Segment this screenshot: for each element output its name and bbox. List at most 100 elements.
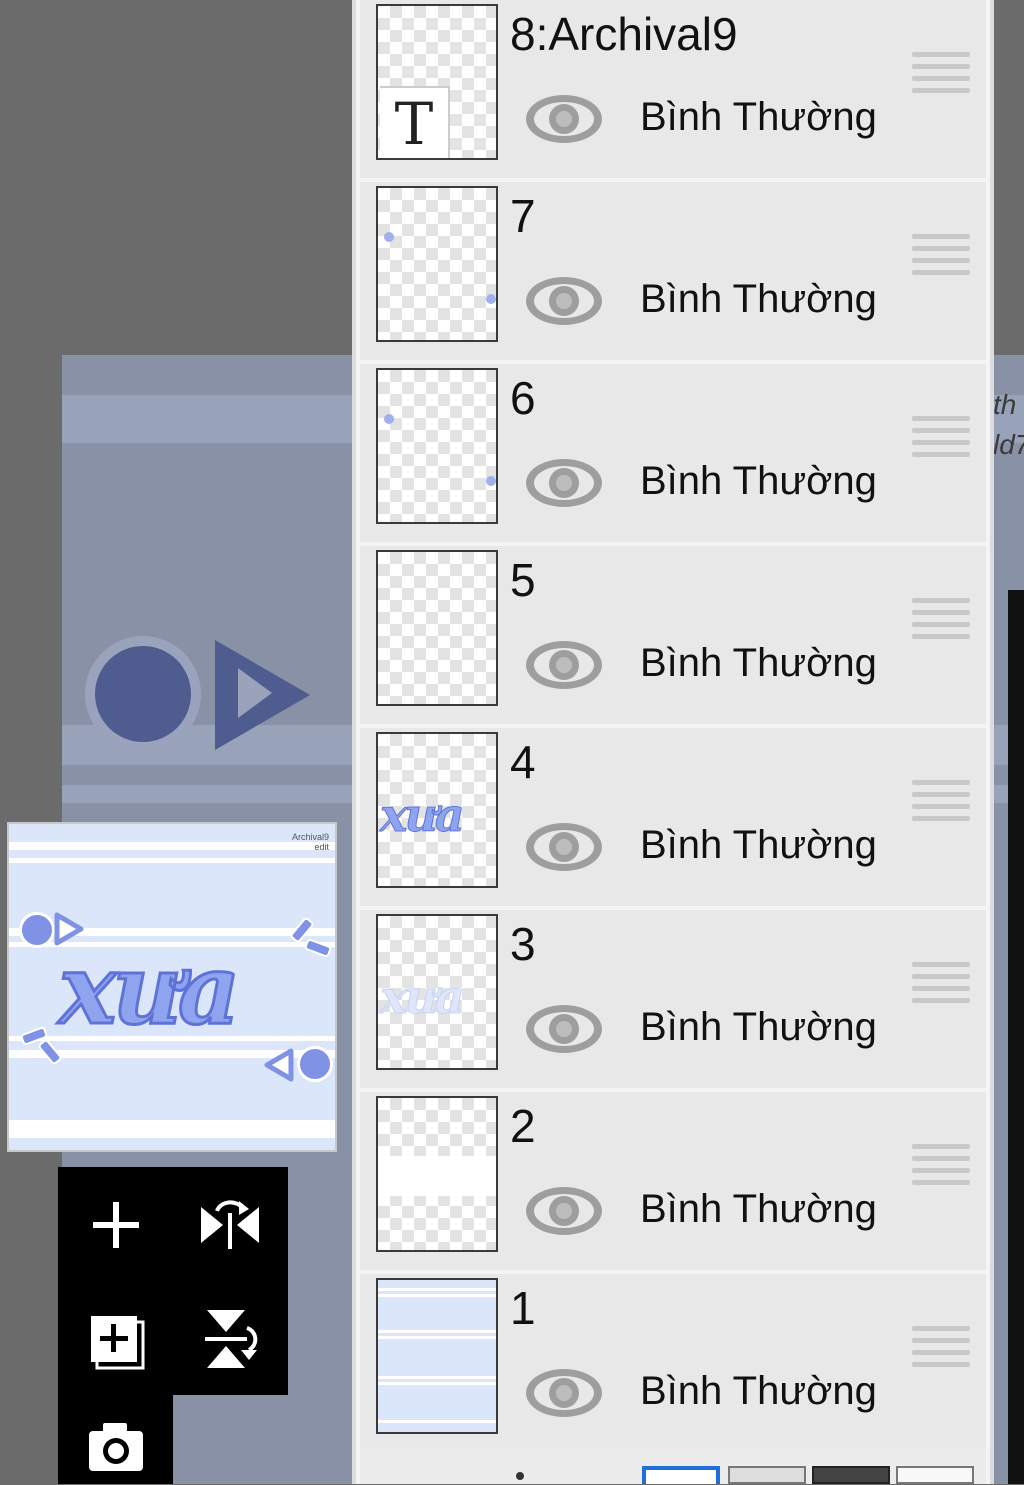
layer-thumbnail-word: xưa bbox=[380, 970, 466, 1024]
preview-credit-line: Archival9 bbox=[291, 832, 329, 842]
canvas-triangle-inner bbox=[238, 668, 272, 718]
canvas-circle-shape bbox=[95, 646, 191, 742]
layer-row[interactable]: xưa 3 Bình Thường bbox=[360, 910, 986, 1088]
blend-mode-label[interactable]: Bình Thường bbox=[640, 1184, 877, 1234]
flip-vertical-icon bbox=[205, 1310, 258, 1368]
background-none-option[interactable] bbox=[896, 1466, 974, 1484]
text-layer-icon: T bbox=[380, 86, 450, 158]
layer-thumbnail[interactable] bbox=[376, 368, 498, 524]
layer-thumbnail-word: xưa bbox=[380, 788, 466, 842]
preview-dash bbox=[303, 937, 333, 959]
layer-thumbnail-stripe bbox=[378, 1294, 496, 1297]
preview-credit: Archival9 edit bbox=[292, 832, 329, 852]
canvas-partial-text: th ld7 bbox=[993, 385, 1024, 465]
layer-thumbnail-shape bbox=[384, 414, 394, 424]
layer-name: 8:Archival9 bbox=[510, 8, 738, 60]
layer-row[interactable]: 1 Bình Thường bbox=[360, 1274, 986, 1452]
blend-mode-label[interactable]: Bình Thường bbox=[640, 1002, 877, 1052]
add-layer-button[interactable] bbox=[76, 1185, 156, 1265]
preview-circle bbox=[297, 1046, 333, 1082]
layer-thumbnail-stripe bbox=[378, 1336, 496, 1339]
layer-name: 5 bbox=[510, 554, 536, 606]
layer-thumbnail-shape bbox=[486, 294, 496, 304]
drag-handle-icon[interactable] bbox=[912, 234, 970, 284]
canvas-partial-text-line: th bbox=[993, 389, 1017, 420]
preview-stripe bbox=[9, 858, 335, 863]
layer-thumbnail[interactable] bbox=[376, 1278, 498, 1434]
blend-mode-label[interactable]: Bình Thường bbox=[640, 274, 877, 324]
blend-mode-label[interactable]: Bình Thường bbox=[640, 820, 877, 870]
preview-stripe bbox=[9, 842, 335, 850]
layer-tools-panel-bottom bbox=[58, 1395, 173, 1484]
drag-handle-icon[interactable] bbox=[912, 962, 970, 1012]
layer-name: 4 bbox=[510, 736, 536, 788]
blend-mode-label[interactable]: Bình Thường bbox=[640, 92, 877, 142]
layer-row[interactable]: 2 Bình Thường bbox=[360, 1092, 986, 1270]
visibility-eye-icon[interactable] bbox=[524, 90, 604, 148]
background-white-option[interactable] bbox=[642, 1466, 720, 1484]
duplicate-layer-button[interactable] bbox=[76, 1299, 156, 1379]
visibility-eye-icon[interactable] bbox=[524, 454, 604, 512]
flip-vertical-button[interactable] bbox=[190, 1299, 270, 1379]
layer-thumbnail[interactable] bbox=[376, 186, 498, 342]
layer-name: 1 bbox=[510, 1282, 536, 1334]
blend-mode-label[interactable]: Bình Thường bbox=[640, 638, 877, 688]
drag-handle-icon[interactable] bbox=[912, 416, 970, 466]
layer-thumbnail[interactable]: T bbox=[376, 4, 498, 160]
layer-thumbnail-stripe bbox=[378, 1330, 496, 1333]
flip-horizontal-icon bbox=[201, 1200, 259, 1249]
visibility-eye-icon[interactable] bbox=[524, 1182, 604, 1240]
layer-thumbnail[interactable]: xưa bbox=[376, 732, 498, 888]
layer-thumbnail-fill bbox=[378, 1156, 496, 1196]
layer-thumbnail-stripe bbox=[378, 1420, 496, 1423]
canvas-partial-text-line: ld7 bbox=[993, 429, 1024, 460]
layer-row[interactable]: T 8:Archival9 Bình Thường bbox=[360, 0, 986, 178]
add-layer-icon bbox=[93, 1202, 139, 1248]
visibility-eye-icon[interactable] bbox=[524, 272, 604, 330]
background-dark-option[interactable] bbox=[812, 1466, 890, 1484]
camera-icon bbox=[89, 1423, 143, 1471]
drag-handle-icon[interactable] bbox=[912, 598, 970, 648]
layer-thumbnail[interactable] bbox=[376, 1096, 498, 1252]
preview-stripe bbox=[9, 1120, 335, 1138]
drag-handle-icon[interactable] bbox=[912, 1326, 970, 1376]
layer-name: 6 bbox=[510, 372, 536, 424]
drag-handle-icon[interactable] bbox=[912, 52, 970, 102]
layer-name: 2 bbox=[510, 1100, 536, 1152]
blend-mode-label[interactable]: Bình Thường bbox=[640, 1366, 877, 1416]
blend-mode-label[interactable]: Bình Thường bbox=[640, 456, 877, 506]
layer-row[interactable]: 5 Bình Thường bbox=[360, 546, 986, 724]
visibility-eye-icon[interactable] bbox=[524, 1000, 604, 1058]
drag-handle-icon[interactable] bbox=[912, 1144, 970, 1194]
toolbar-dot bbox=[516, 1472, 524, 1480]
visibility-eye-icon[interactable] bbox=[524, 636, 604, 694]
canvas-preview[interactable]: Archival9 edit xưa bbox=[7, 822, 337, 1152]
layer-thumbnail-stripe bbox=[378, 1376, 496, 1379]
add-layer-copy-icon bbox=[91, 1316, 145, 1370]
flip-horizontal-button[interactable] bbox=[190, 1185, 270, 1265]
camera-button[interactable] bbox=[76, 1405, 156, 1485]
preview-triangle bbox=[264, 1048, 294, 1082]
preview-circle bbox=[19, 912, 55, 948]
layer-thumbnail-stripe bbox=[378, 1288, 496, 1291]
layer-panel: T 8:Archival9 Bình Thường 7 Bình Thường 6 Bình… bbox=[352, 0, 994, 1484]
layer-thumbnail[interactable] bbox=[376, 550, 498, 706]
layer-row[interactable]: 6 Bình Thường bbox=[360, 364, 986, 542]
layer-thumbnail-shape bbox=[486, 476, 496, 486]
blend-toolbar bbox=[360, 1448, 986, 1484]
layer-thumbnail[interactable]: xưa bbox=[376, 914, 498, 1070]
drag-handle-icon[interactable] bbox=[912, 780, 970, 830]
visibility-eye-icon[interactable] bbox=[524, 818, 604, 876]
layer-row[interactable]: xưa 4 Bình Thường bbox=[360, 728, 986, 906]
layer-thumbnail-stripe bbox=[378, 1382, 496, 1385]
visibility-eye-icon[interactable] bbox=[524, 1364, 604, 1422]
preview-word: xưa bbox=[57, 933, 241, 1046]
background-transparent-option[interactable] bbox=[728, 1466, 806, 1484]
layer-name: 3 bbox=[510, 918, 536, 970]
layer-name: 7 bbox=[510, 190, 536, 242]
layer-thumbnail-shape bbox=[384, 232, 394, 242]
layer-row[interactable]: 7 Bình Thường bbox=[360, 182, 986, 360]
canvas-dark-edge bbox=[1008, 590, 1024, 1484]
preview-credit-line: edit bbox=[314, 842, 329, 852]
layer-tools-panel bbox=[58, 1167, 288, 1395]
